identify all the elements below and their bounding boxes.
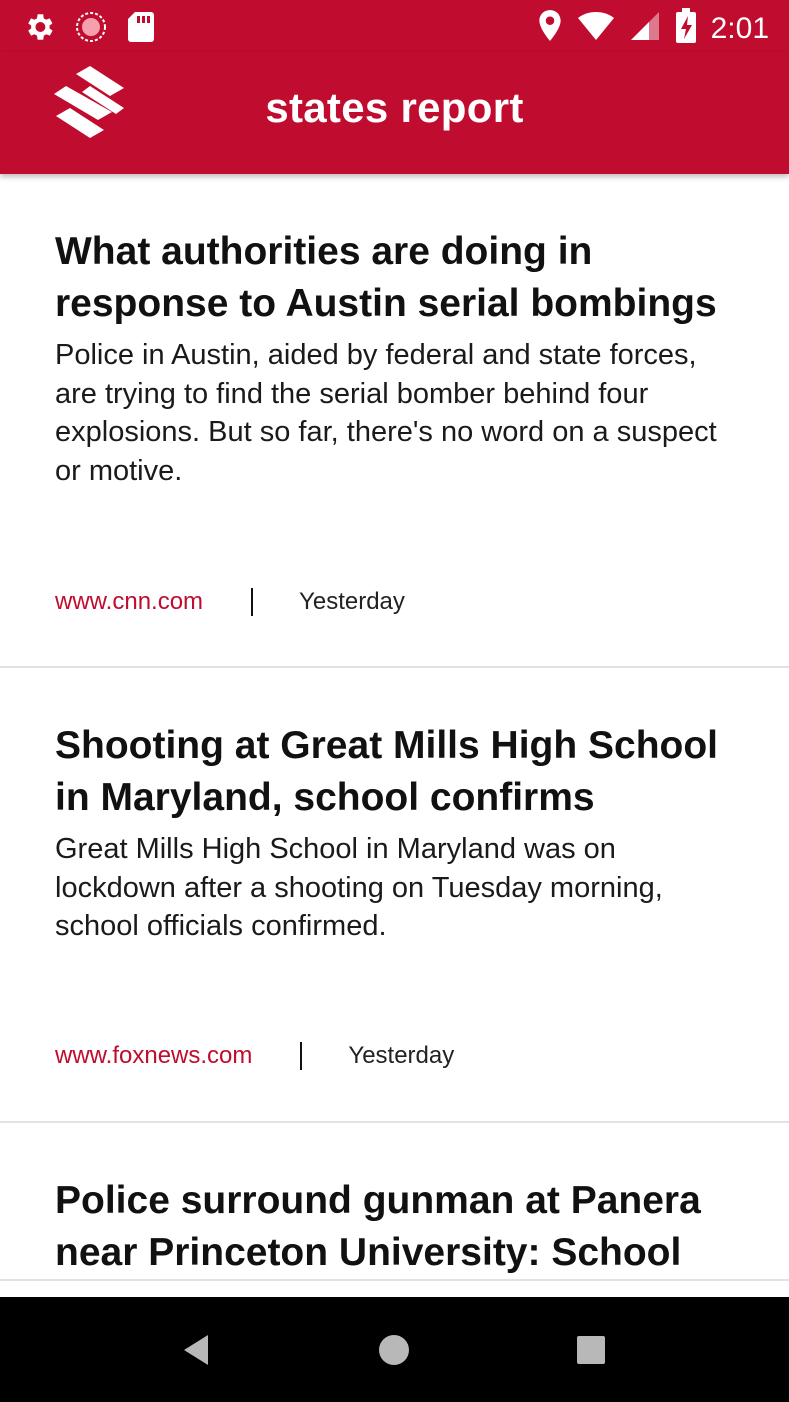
- sd-card-icon: [126, 10, 156, 49]
- article-card[interactable]: What authorities are doing in response t…: [0, 174, 789, 668]
- article-source-link[interactable]: www.cnn.com: [55, 588, 203, 616]
- article-feed[interactable]: What authorities are doing in response t…: [0, 174, 789, 1297]
- meta-separator: [251, 588, 254, 616]
- wifi-icon: [577, 11, 615, 46]
- status-time: 2:01: [710, 11, 769, 45]
- recents-icon[interactable]: [568, 1327, 614, 1373]
- status-left-icons: [22, 10, 156, 49]
- article-source-link[interactable]: www.foxnews.com: [55, 1042, 252, 1070]
- back-icon[interactable]: [174, 1327, 220, 1373]
- article-date: Yesterday: [348, 1042, 455, 1069]
- meta-separator: [300, 1042, 303, 1070]
- article-headline[interactable]: What authorities are doing in response t…: [55, 226, 734, 330]
- location-icon: [537, 9, 563, 48]
- article-summary: Great Mills High School in Maryland was …: [55, 833, 663, 942]
- article-summary: Police in Austin, aided by federal and s…: [55, 339, 717, 487]
- battery-charging-icon: [675, 8, 697, 49]
- sync-icon: [74, 10, 108, 49]
- article-card[interactable]: Shooting at Great Mills High School in M…: [0, 668, 789, 1123]
- signal-icon: [629, 10, 661, 47]
- article-meta: www.cnn.com Yesterday: [55, 588, 405, 616]
- article-meta: www.foxnews.com Yesterday: [55, 1042, 454, 1070]
- app-bar: states report: [0, 52, 789, 174]
- article-card[interactable]: Police surround gunman at Panera near Pr…: [0, 1123, 789, 1281]
- article-headline[interactable]: Police surround gunman at Panera near Pr…: [55, 1175, 734, 1279]
- article-headline[interactable]: Shooting at Great Mills High School in M…: [55, 720, 734, 824]
- system-nav-bar: [0, 1297, 789, 1402]
- status-right-icons: 2:01: [537, 8, 769, 49]
- gear-icon: [22, 10, 56, 49]
- article-date: Yesterday: [299, 588, 405, 615]
- app-title: states report: [265, 84, 524, 131]
- status-bar: 2:01: [0, 0, 789, 52]
- home-icon[interactable]: [371, 1327, 417, 1373]
